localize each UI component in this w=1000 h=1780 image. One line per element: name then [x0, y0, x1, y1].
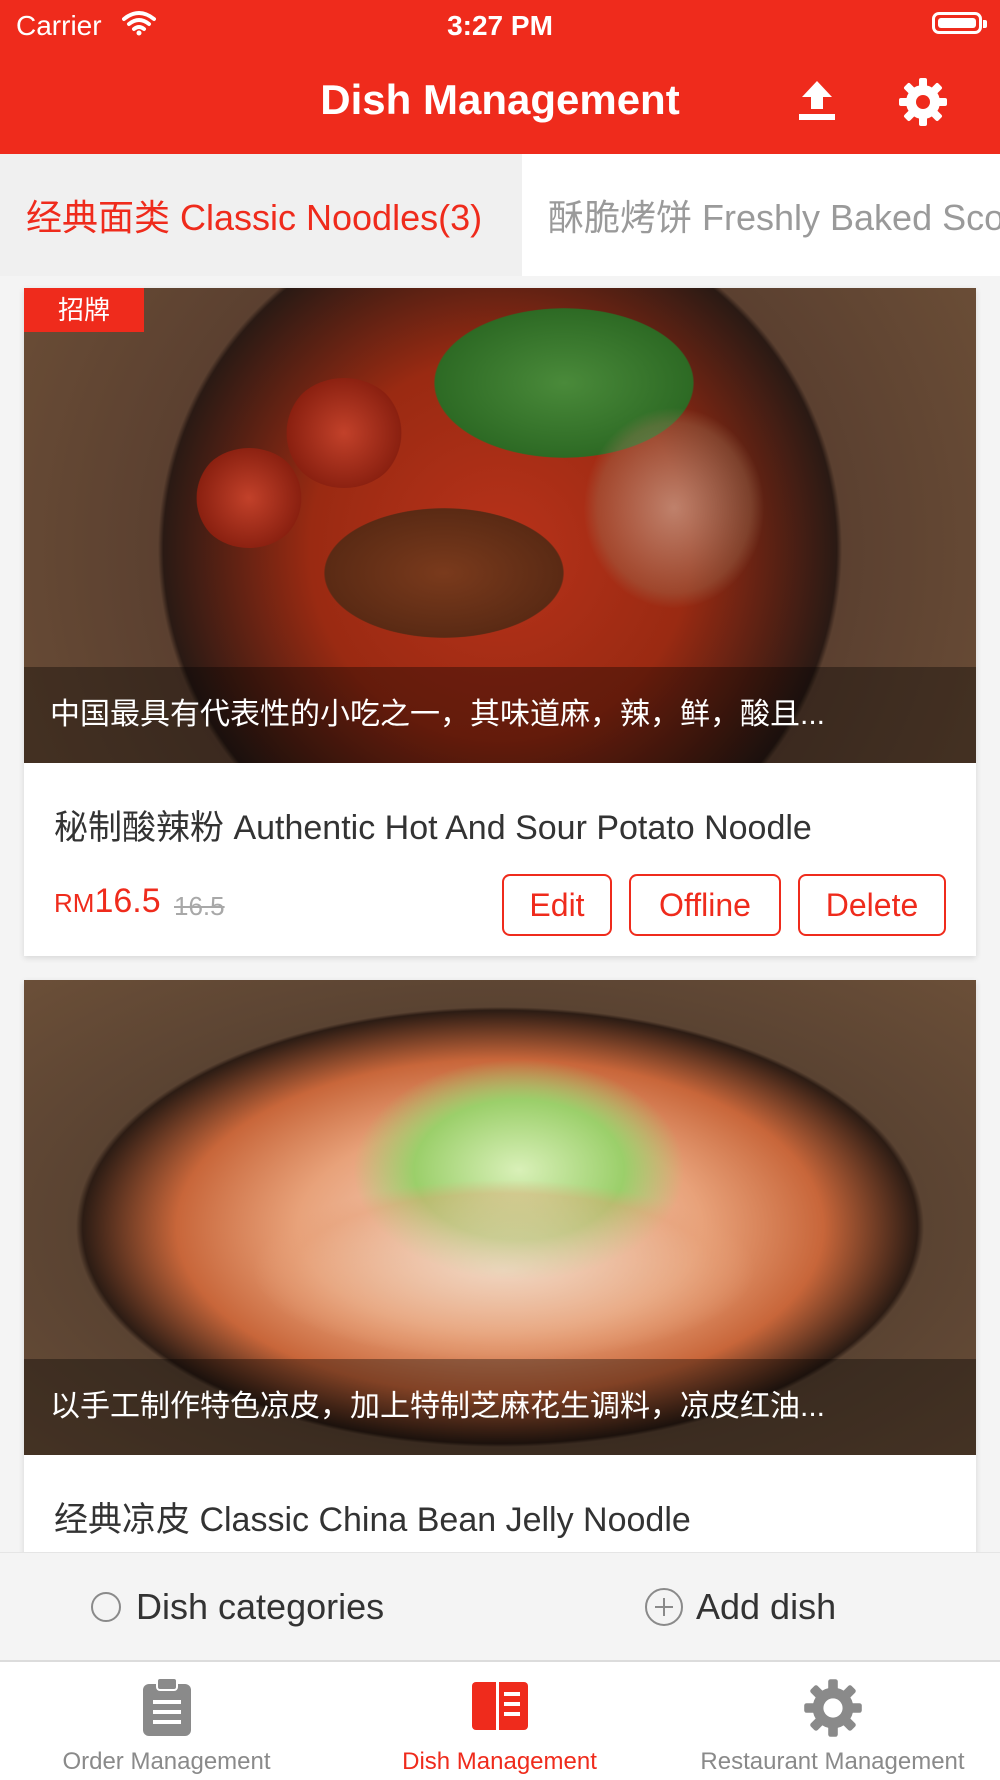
- tab-label: Dish Management: [402, 1748, 597, 1775]
- add-dish-label: Add dish: [696, 1586, 837, 1627]
- edit-button[interactable]: Edit: [502, 874, 612, 936]
- currency-label: RM: [54, 888, 95, 918]
- upload-icon: [799, 81, 835, 120]
- offline-button[interactable]: Offline: [629, 874, 781, 936]
- tab-dish-management[interactable]: Dish Management: [333, 1662, 666, 1780]
- circle-icon: [91, 1592, 121, 1622]
- signature-badge: 招牌: [24, 288, 144, 332]
- dish-name: 秘制酸辣粉 Authentic Hot And Sour Potato Nood…: [54, 809, 812, 847]
- dish-description: 以手工制作特色凉皮，加上特制芝麻花生调料，凉皮红油...: [24, 1359, 976, 1455]
- original-price: 16.5: [174, 891, 225, 921]
- tab-order-management[interactable]: Order Management: [0, 1662, 333, 1780]
- dish-name: 经典凉皮 Classic China Bean Jelly Noodle: [54, 1501, 691, 1539]
- dish-actions-bar: Dish categories Add dish: [0, 1552, 1000, 1661]
- battery-icon: [932, 12, 987, 34]
- category-tabs: 经典面类 Classic Noodles(3) 酥脆烤饼 Freshly Bak…: [0, 154, 1000, 276]
- add-circle-icon: [645, 1588, 683, 1626]
- dish-image[interactable]: 以手工制作特色凉皮，加上特制芝麻花生调料，凉皮红油...: [24, 980, 976, 1455]
- tab-classic-noodles[interactable]: 经典面类 Classic Noodles(3): [0, 154, 522, 276]
- settings-button[interactable]: [895, 74, 951, 130]
- upload-button[interactable]: [790, 74, 844, 128]
- tab-freshly-baked[interactable]: 酥脆烤饼 Freshly Baked Sco: [522, 154, 1000, 276]
- gear-icon: [899, 78, 947, 126]
- dish-description: 中国最具有代表性的小吃之一，其味道麻，辣，鲜，酸且...: [24, 667, 976, 763]
- dish-price: RM16.5: [54, 882, 161, 921]
- tab-restaurant-management[interactable]: Restaurant Management: [666, 1662, 999, 1780]
- clipboard-icon: [142, 1678, 191, 1736]
- price-value: 16.5: [94, 882, 161, 920]
- dish-list[interactable]: 招牌 中国最具有代表性的小吃之一，其味道麻，辣，鲜，酸且... 秘制酸辣粉 Au…: [0, 276, 1000, 1552]
- status-bar: Carrier 3:27 PM: [0, 0, 1000, 50]
- gear-icon: [803, 1679, 862, 1737]
- tab-label: Order Management: [62, 1748, 271, 1775]
- delete-button[interactable]: Delete: [798, 874, 946, 936]
- dish-categories-button[interactable]: Dish categories: [90, 1553, 384, 1661]
- app-header: Carrier 3:27 PM Dish Management: [0, 0, 1000, 154]
- menu-book-icon: [471, 1682, 528, 1730]
- dish-card: 以手工制作特色凉皮，加上特制芝麻花生调料，凉皮红油... 经典凉皮 Classi…: [24, 980, 976, 1552]
- dish-categories-label: Dish categories: [136, 1586, 385, 1627]
- tab-bar: Order Management Dish Management Restaur…: [0, 1660, 1000, 1780]
- dish-card: 招牌 中国最具有代表性的小吃之一，其味道麻，辣，鲜，酸且... 秘制酸辣粉 Au…: [24, 288, 976, 956]
- clock: 3:27 PM: [447, 10, 553, 41]
- tab-label: Restaurant Management: [700, 1748, 965, 1775]
- dish-image[interactable]: 招牌 中国最具有代表性的小吃之一，其味道麻，辣，鲜，酸且...: [24, 288, 976, 763]
- add-dish-button[interactable]: Add dish: [644, 1553, 836, 1661]
- page-title: Dish Management: [320, 76, 680, 123]
